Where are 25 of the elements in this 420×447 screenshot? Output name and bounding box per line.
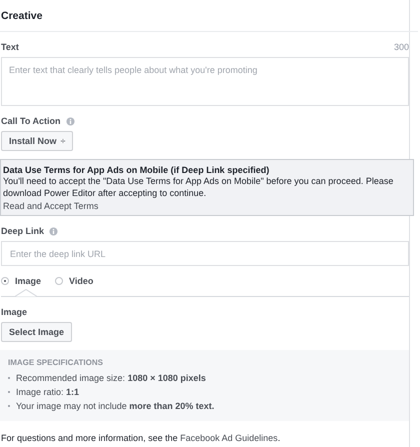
radio-label[interactable]: Video — [69, 276, 94, 286]
field-label: Call To Action — [1, 116, 60, 126]
field-label: Image — [1, 307, 28, 317]
info-icon — [66, 116, 74, 126]
select-image-button[interactable]: Select Image — [1, 322, 72, 342]
field-label: Text — [1, 42, 19, 52]
radio-button[interactable] — [55, 277, 64, 285]
character-counter: 300 — [394, 42, 409, 52]
call-to-action-dropdown[interactable]: Install Now ÷ — [1, 131, 74, 151]
specifications-title: IMAGE SPECIFICATIONS — [8, 358, 104, 367]
terms-link[interactable]: Read and Accept Terms — [3, 201, 408, 211]
section-title: Creative — [0, 0, 418, 32]
specification-text: Recommended image size: 1080 × 1080 pixels — [16, 372, 206, 385]
specification-text: Your image may not include more than 20% text. — [16, 400, 214, 413]
notice-title: Data Use Terms for App Ads on Mobile (if Deep Link specified) — [3, 165, 270, 175]
radio-label[interactable]: Image — [15, 276, 42, 286]
field-label: Deep Link — [1, 226, 44, 236]
notice-text: You'll need to accept the "Data Use Terms for App Ads on Mobile" before you can proceed. Please download Power Editor after accepting to continue. — [3, 175, 394, 199]
specification-text: Image ratio: 1:1 — [16, 386, 80, 399]
guidelines-link[interactable]: Facebook Ad Guidelines — [180, 433, 278, 443]
text-field[interactable]: Enter text that clearly tells people about what you're promoting — [1, 57, 409, 106]
deep-link-field[interactable]: Enter the deep link URL — [1, 241, 409, 266]
info-icon — [49, 226, 58, 236]
footer-text: For questions and more information, see the Facebook Ad Guidelines. — [1, 433, 282, 443]
radio-button[interactable] — [1, 277, 9, 285]
